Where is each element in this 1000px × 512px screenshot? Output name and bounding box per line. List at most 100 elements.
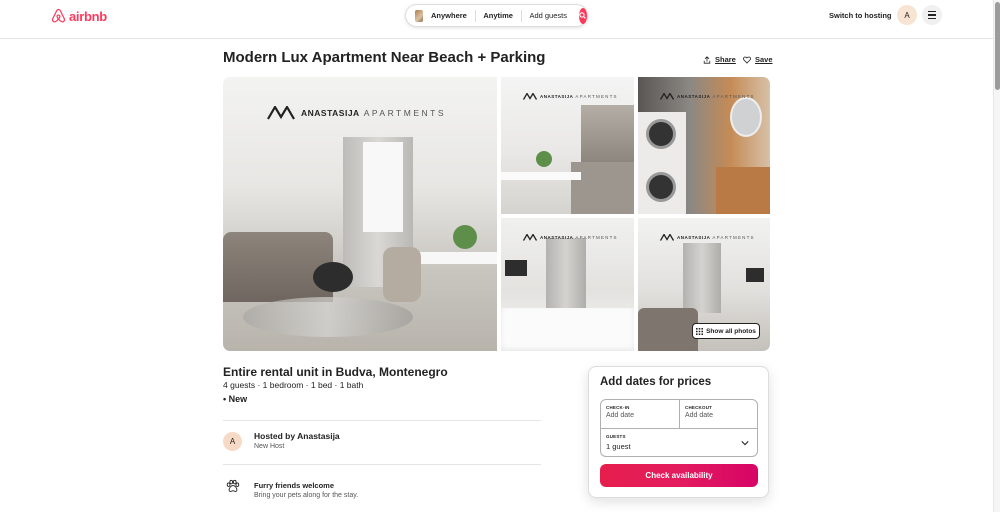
brand-name: ANASTASIJA [540, 94, 574, 99]
user-avatar-initial: A [904, 10, 910, 20]
brand-suffix: APARTMENTS [712, 235, 755, 240]
brand-logo-icon [660, 234, 675, 241]
brand-name: ANASTASIJA [677, 235, 711, 240]
host-avatar[interactable]: A [223, 432, 242, 451]
check-availability-label: Check availability [645, 471, 713, 480]
scrollbar-thumb[interactable] [995, 2, 1000, 90]
checkout-label: CHECKOUT [685, 405, 713, 410]
bed [501, 308, 634, 351]
sofa [638, 308, 698, 351]
chevron-down-icon [741, 441, 749, 446]
host-avatar-initial: A [229, 437, 236, 446]
vanity-cabinet [716, 167, 770, 214]
anastasija-brand-watermark: ANASTASIJA APARTMENTS [267, 106, 446, 120]
check-availability-button[interactable]: Check availability [600, 464, 758, 487]
bathroom-photo[interactable]: ANASTASIJA APARTMENTS [638, 77, 770, 214]
grid-icon [696, 327, 704, 335]
tv [746, 268, 764, 282]
kitchen-counter [571, 162, 634, 214]
search-location[interactable]: Anywhere [423, 11, 475, 20]
checkin-field[interactable]: CHECK-IN Add date [601, 400, 680, 428]
booking-card-title: Add dates for prices [600, 376, 712, 388]
airbnb-logo-icon [51, 8, 66, 23]
save-button[interactable]: Save [743, 55, 773, 64]
listing-title: Modern Lux Apartment Near Beach + Parkin… [223, 49, 546, 66]
user-avatar[interactable]: A [897, 5, 917, 25]
show-all-photos-label: Show all photos [706, 327, 756, 335]
brand-logo-icon [660, 93, 675, 100]
search-dates[interactable]: Anytime [475, 11, 521, 20]
anastasija-brand-watermark: ANASTASIJA APARTMENTS [523, 234, 618, 241]
mirror [730, 97, 762, 137]
dining-table [413, 252, 497, 264]
brand-suffix: APARTMENTS [363, 108, 446, 118]
brand-logo-icon [267, 106, 295, 120]
listing-subtitle: Entire rental unit in Budva, Montenegro [223, 365, 448, 379]
logo-text: airbnb [69, 8, 107, 24]
hamburger-icon-line [928, 17, 936, 19]
anastasija-brand-watermark: ANASTASIJA APARTMENTS [660, 93, 755, 100]
brand-suffix: APARTMENTS [712, 94, 755, 99]
booking-card: Add dates for prices CHECK-IN Add date C… [588, 366, 769, 498]
paw-icon [226, 479, 240, 492]
checkin-label: CHECK-IN [606, 405, 630, 410]
guests-value: 1 guest [606, 442, 631, 451]
tv [505, 260, 527, 276]
curtain [683, 243, 721, 313]
table [501, 172, 581, 180]
search-thumbnail-image [415, 9, 423, 22]
menu-button[interactable] [922, 5, 942, 25]
amenity-description: Bring your pets along for the stay. [254, 492, 359, 499]
save-label: Save [755, 55, 773, 64]
brand-suffix: APARTMENTS [575, 235, 618, 240]
share-button[interactable]: Share [703, 55, 736, 64]
page-scrollbar[interactable] [993, 0, 1000, 512]
main-listing-photo[interactable]: ANASTASIJA APARTMENTS [223, 77, 497, 351]
host-status: New Host [254, 443, 285, 450]
coffee-table [313, 262, 353, 292]
kitchen-photo[interactable]: ANASTASIJA APARTMENTS [501, 77, 634, 214]
search-button[interactable] [578, 7, 587, 24]
dates-guests-box: CHECK-IN Add date CHECKOUT Add date GUES… [600, 399, 758, 457]
bedroom-photo[interactable]: ANASTASIJA APARTMENTS [501, 218, 634, 351]
share-icon [703, 55, 711, 64]
checkin-value: Add date [606, 412, 635, 419]
guests-select[interactable]: GUESTS 1 guest [601, 428, 757, 457]
brand-logo-icon [523, 234, 538, 241]
section-divider [223, 420, 541, 421]
heart-icon [743, 56, 751, 64]
washer-door [646, 119, 676, 149]
curtain [546, 238, 586, 313]
search-icon [579, 12, 587, 19]
hosted-by-label: Hosted by Anastasija [254, 431, 340, 441]
dining-chair [383, 247, 421, 302]
top-header: airbnb Anywhere Anytime Add guests Switc… [0, 0, 993, 39]
rug [243, 297, 413, 337]
brand-name: ANASTASIJA [677, 94, 711, 99]
new-badge: • New [223, 394, 248, 404]
plant [453, 225, 477, 249]
airbnb-logo[interactable]: airbnb [51, 8, 107, 24]
switch-to-hosting-link[interactable]: Switch to hosting [829, 11, 892, 20]
listing-details: 4 guests · 1 bedroom · 1 bed · 1 bath [223, 380, 364, 390]
anastasija-brand-watermark: ANASTASIJA APARTMENTS [523, 93, 618, 100]
brand-suffix: APARTMENTS [575, 94, 618, 99]
checkout-field[interactable]: CHECKOUT Add date [680, 400, 759, 428]
search-bar[interactable]: Anywhere Anytime Add guests [405, 4, 588, 27]
search-guests[interactable]: Add guests [521, 11, 575, 20]
brand-name: ANASTASIJA [301, 108, 360, 118]
brand-name: ANASTASIJA [540, 235, 574, 240]
hamburger-icon-line [928, 11, 936, 13]
hamburger-icon-line [928, 14, 936, 16]
amenity-title: Furry friends welcome [254, 481, 335, 490]
anastasija-brand-watermark: ANASTASIJA APARTMENTS [660, 234, 755, 241]
plant [536, 151, 552, 167]
show-all-photos-button[interactable]: Show all photos [692, 323, 760, 339]
window-light [363, 142, 403, 232]
share-label: Share [715, 55, 736, 64]
checkout-value: Add date [685, 412, 714, 419]
kitchen-cabinets [581, 105, 634, 165]
section-divider [223, 464, 541, 465]
dryer-door [646, 172, 676, 202]
brand-logo-icon [523, 93, 538, 100]
